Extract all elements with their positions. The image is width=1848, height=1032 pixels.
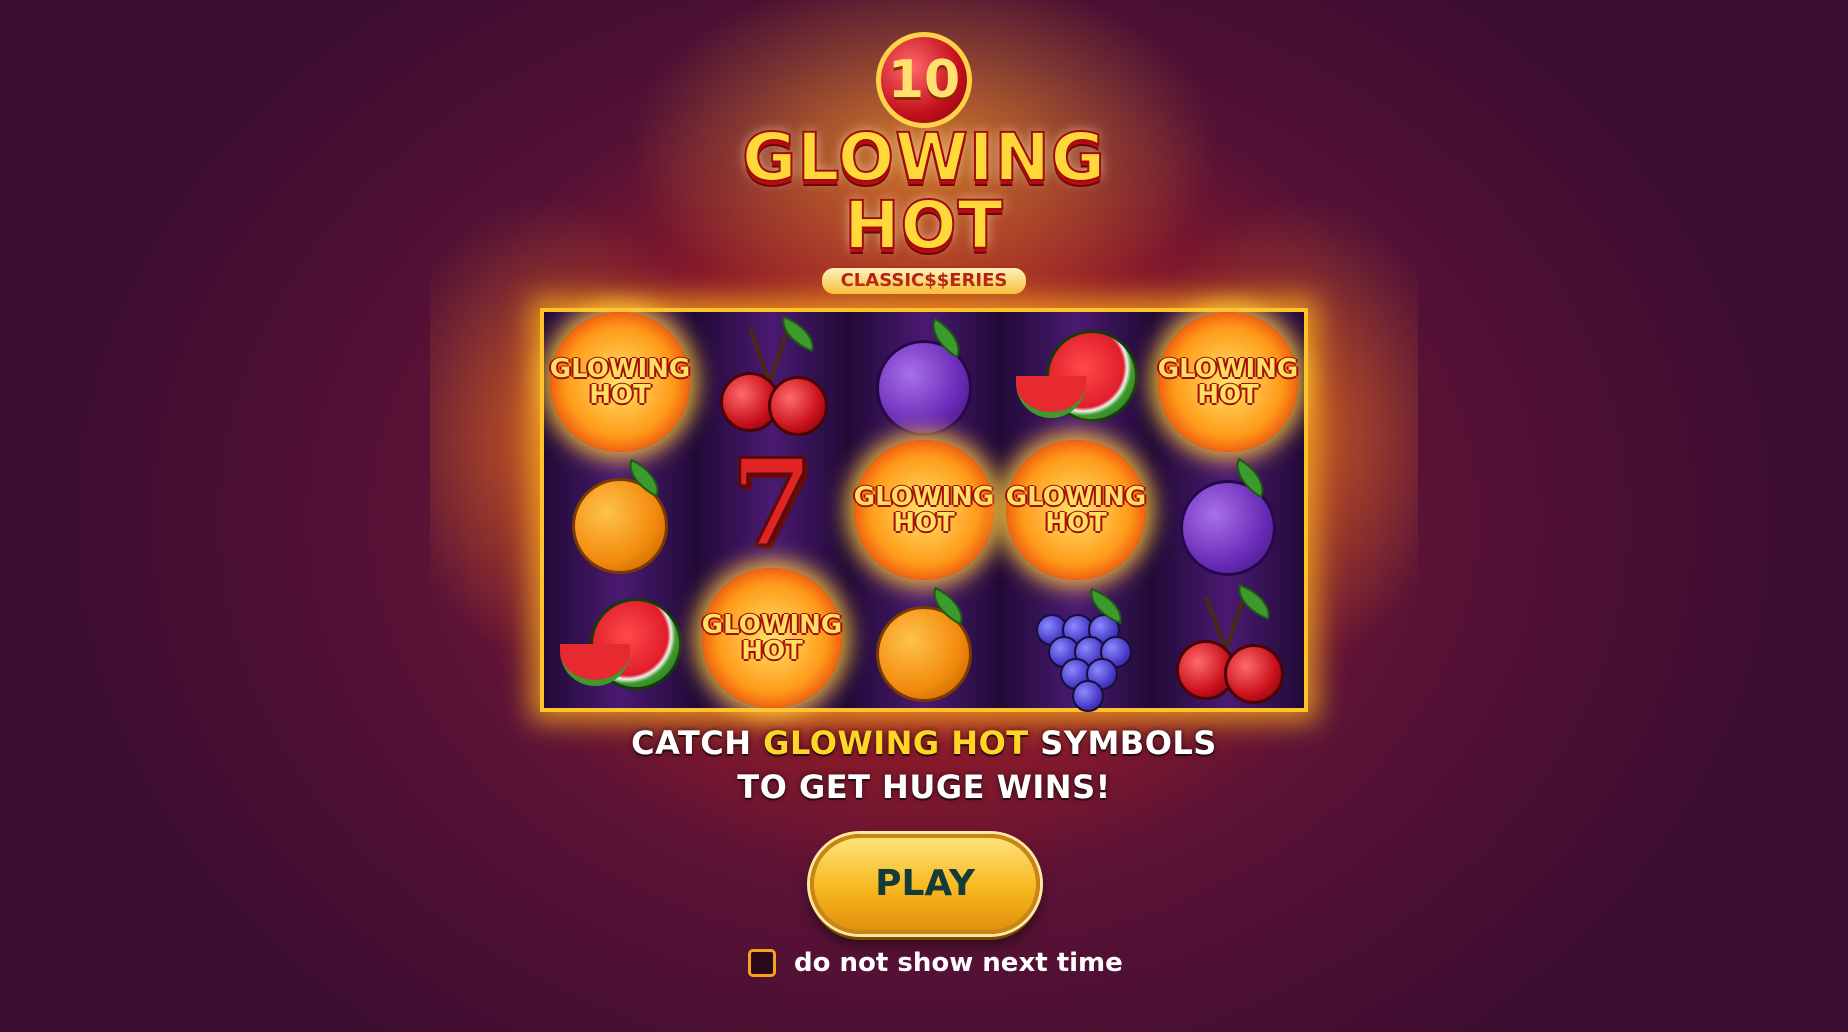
- logo-title-line2: HOT: [843, 187, 1004, 264]
- glowing-hot-symbol: GLOWING HOT: [1006, 440, 1146, 580]
- glowing-hot-symbol-line2: HOT: [589, 380, 651, 410]
- cherry-right: [1224, 644, 1284, 704]
- cherry-symbol: [712, 315, 832, 436]
- reel-cell: [848, 312, 1000, 440]
- grapes-symbol: [1016, 584, 1136, 712]
- reel-cell: [544, 452, 696, 580]
- glowing-hot-symbol: GLOWING HOT: [1158, 312, 1298, 452]
- watermelon-symbol: [1016, 316, 1138, 436]
- play-button[interactable]: PLAY: [810, 834, 1040, 934]
- reel-cell: GLOWING HOT: [696, 568, 848, 708]
- glowing-hot-symbol-line1: GLOWING: [701, 610, 843, 640]
- glowing-hot-symbol-line2: HOT: [1045, 508, 1107, 538]
- reel-cell: GLOWING HOT: [848, 440, 1000, 580]
- dont-show-checkbox[interactable]: [748, 949, 776, 977]
- game-logo: 10 GLOWING HOT CLASSIC$$ERIES: [724, 24, 1124, 304]
- reel-3: GLOWING HOT: [848, 312, 1000, 708]
- reel-cell: GLOWING HOT: [544, 312, 696, 452]
- glowing-hot-symbol: GLOWING HOT: [854, 440, 994, 580]
- reel-cell: [544, 580, 696, 708]
- glowing-hot-symbol-line1: GLOWING: [1157, 354, 1299, 384]
- glowing-hot-symbol: GLOWING HOT: [550, 312, 690, 452]
- reel-cell: 7: [696, 440, 848, 568]
- caption-prefix: CATCH: [631, 724, 764, 762]
- promo-caption-line1: CATCH GLOWING HOT SYMBOLS: [0, 724, 1848, 762]
- reel-cell: [1000, 580, 1152, 712]
- dont-show-option[interactable]: do not show next time: [748, 948, 1123, 978]
- cherry-right: [768, 376, 828, 436]
- reel-1: GLOWING HOT: [544, 312, 696, 708]
- orange-symbol: [864, 584, 984, 704]
- glowing-hot-symbol-line2: HOT: [893, 508, 955, 538]
- reel-grid: GLOWING HOT 7 GLOWING HOT GLOWING HOT GLOWING HO…: [540, 308, 1308, 712]
- glowing-hot-symbol-line1: GLOWING: [1005, 482, 1147, 512]
- caption-suffix: SYMBOLS: [1028, 724, 1217, 762]
- caption-highlight: GLOWING HOT: [763, 724, 1029, 762]
- orange-symbol: [560, 456, 680, 576]
- cherry-symbol: [1168, 583, 1288, 704]
- reel-2: 7 GLOWING HOT: [696, 312, 848, 708]
- glowing-hot-symbol-line2: HOT: [1197, 380, 1259, 410]
- plum-symbol: [1168, 456, 1288, 576]
- reel-5: GLOWING HOT: [1152, 312, 1304, 708]
- glowing-hot-symbol-line1: GLOWING: [549, 354, 691, 384]
- logo-series-badge: CLASSIC$$ERIES: [820, 266, 1028, 296]
- reel-cell: [1000, 312, 1152, 440]
- seven-symbol: 7: [729, 433, 815, 574]
- reel-cell: [1152, 580, 1304, 708]
- logo-title-line1: GLOWING: [741, 119, 1106, 196]
- logo-number-badge: 10: [876, 32, 972, 128]
- glowing-hot-symbol-line1: GLOWING: [853, 482, 995, 512]
- glowing-hot-symbol: GLOWING HOT: [702, 568, 842, 708]
- grape-9: [1072, 680, 1104, 712]
- reel-cell: GLOWING HOT: [1000, 440, 1152, 580]
- watermelon-symbol: [560, 584, 682, 704]
- reel-cell: [848, 580, 1000, 708]
- logo-title: GLOWING HOT: [724, 119, 1124, 264]
- promo-caption-line2: TO GET HUGE WINS!: [737, 768, 1111, 806]
- plum-symbol: [864, 316, 984, 436]
- reel-cell: GLOWING HOT: [1152, 312, 1304, 452]
- reel-cell: [696, 312, 848, 440]
- glowing-hot-symbol-line2: HOT: [741, 636, 803, 666]
- dont-show-label: do not show next time: [794, 948, 1123, 978]
- reel-cell: [1152, 452, 1304, 580]
- reel-4: GLOWING HOT: [1000, 312, 1152, 712]
